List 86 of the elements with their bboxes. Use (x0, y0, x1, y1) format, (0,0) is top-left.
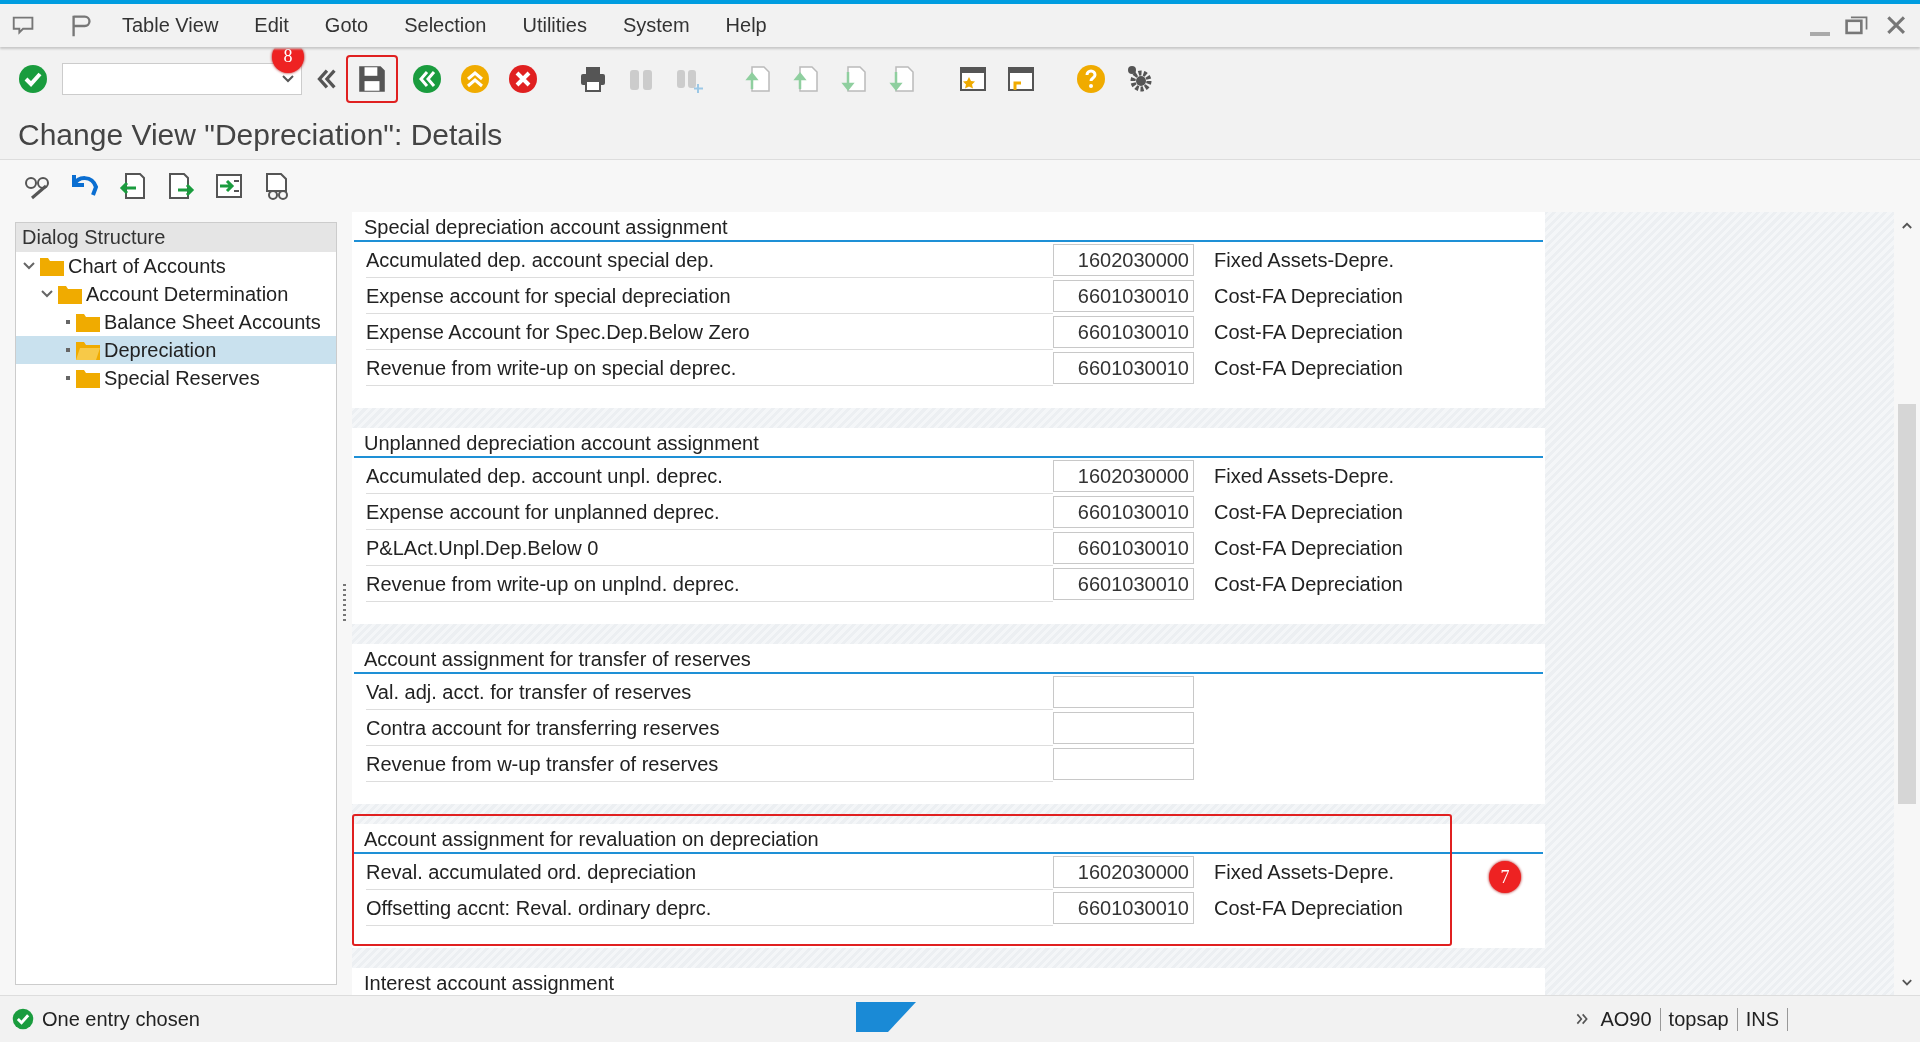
tree-label: Account Determination (86, 282, 289, 306)
section-title: Special depreciation account assignment (354, 212, 1543, 242)
account-description: Cost-FA Depreciation (1214, 572, 1403, 596)
tree-item[interactable]: Depreciation (16, 336, 336, 364)
account-field[interactable]: 6601030010 (1053, 352, 1194, 384)
menu-item[interactable]: Utilities (522, 14, 587, 37)
menu-item[interactable]: Goto (324, 14, 369, 37)
bullet-icon (66, 320, 70, 324)
field-label: Expense account for special depreciation (366, 278, 1053, 314)
tree-item[interactable]: Balance Sheet Accounts (16, 308, 336, 336)
tree-label: Chart of Accounts (68, 254, 226, 278)
check-icon (18, 63, 48, 94)
account-description: Cost-FA Depreciation (1214, 356, 1403, 380)
scroll-thumb[interactable] (1898, 403, 1916, 804)
cancel-icon (508, 63, 538, 94)
help-icon (1076, 63, 1106, 94)
account-field[interactable] (1053, 676, 1194, 708)
menu-item[interactable]: Table View (122, 14, 219, 37)
field-label: Revenue from w-up transfer of reserves (366, 746, 1053, 782)
back-icon (412, 63, 442, 94)
account-field[interactable]: 6601030010 (1053, 892, 1194, 924)
panel-header: Dialog Structure (16, 223, 336, 252)
menu-item[interactable]: Edit (254, 14, 289, 37)
account-description: Cost-FA Depreciation (1214, 284, 1403, 308)
folder-icon (76, 312, 100, 332)
account-description: Cost-FA Depreciation (1214, 320, 1403, 344)
tree-item[interactable]: Chart of Accounts (16, 252, 336, 280)
account-field[interactable]: 6601030010 (1053, 280, 1194, 312)
bullet-icon (66, 376, 70, 380)
dropdown-caret-icon (281, 73, 295, 84)
field-label: Contra account for transferring reserves (366, 710, 1053, 746)
folder-icon (58, 284, 82, 304)
section-title: Account assignment for revaluation on depreciation (354, 824, 1543, 854)
logo-icon (856, 1001, 917, 1032)
account-field[interactable]: 6601030010 (1053, 532, 1194, 564)
account-description: Fixed Assets-Depre. (1214, 860, 1395, 884)
field-label: Val. adj. acct. for transfer of reserves (366, 674, 1053, 710)
section-title: Account assignment for transfer of reserves (354, 644, 1543, 674)
bullet-icon (66, 348, 70, 352)
account-description: Cost-FA Depreciation (1214, 896, 1403, 920)
account-field[interactable]: 6601030010 (1053, 316, 1194, 348)
folder-icon (40, 256, 64, 276)
splitter-handle-icon[interactable] (343, 583, 346, 624)
field-label: Accumulated dep. account unpl. deprec. (366, 458, 1053, 494)
page-right-arrow-icon (166, 171, 196, 201)
account-description: Cost-FA Depreciation (1214, 500, 1403, 524)
account-field[interactable] (1053, 748, 1194, 780)
menu-item[interactable]: Selection (404, 14, 487, 37)
account-field[interactable]: 6601030010 (1053, 496, 1194, 528)
field-label: Revenue from write-up on unplnd. deprec. (366, 566, 1053, 602)
tree-item[interactable]: Account Determination (16, 280, 336, 308)
open-folder-icon (76, 340, 100, 360)
page-left-arrow-icon (118, 171, 148, 201)
section-title: Unplanned depreciation account assignment (354, 428, 1543, 458)
account-description: Fixed Assets-Depre. (1214, 464, 1395, 488)
account-field[interactable] (1053, 712, 1194, 744)
account-field[interactable]: 6601030010 (1053, 568, 1194, 600)
minimize-icon (1810, 31, 1830, 36)
account-field[interactable]: 1602030000 (1053, 460, 1194, 492)
field-label: Expense Account for Spec.Dep.Below Zero (366, 314, 1053, 350)
tree-label: Depreciation (104, 338, 217, 362)
success-icon (12, 1008, 34, 1030)
account-field[interactable]: 1602030000 (1053, 856, 1194, 888)
exit-icon (460, 63, 490, 94)
status-field: topsap (1660, 1007, 1738, 1031)
account-description: Cost-FA Depreciation (1214, 536, 1403, 560)
tree-label: Balance Sheet Accounts (104, 310, 321, 334)
field-label: P&LAct.Unpl.Dep.Below 0 (366, 530, 1053, 566)
menu-item[interactable]: System (622, 14, 690, 37)
status-message: One entry chosen (42, 1007, 200, 1031)
field-label: Offsetting accnt: Reval. ordinary deprc. (366, 890, 1053, 926)
status-field: INS (1737, 1007, 1788, 1031)
annotation-badge: 7 (1489, 861, 1521, 893)
folder-icon (76, 368, 100, 388)
field-label: Revenue from write-up on special deprec. (366, 350, 1053, 386)
command-field[interactable] (62, 62, 302, 95)
tree-item[interactable]: Special Reserves (16, 364, 336, 392)
field-label: Reval. accumulated ord. depreciation (366, 854, 1053, 890)
field-label: Expense account for unplanned deprec. (366, 494, 1053, 530)
menu-item[interactable]: Help (725, 14, 767, 37)
tree-label: Special Reserves (104, 366, 260, 390)
status-field: AO90 (1592, 1007, 1661, 1031)
account-field[interactable]: 1602030000 (1053, 244, 1194, 276)
save-button[interactable] (346, 54, 398, 103)
account-description: Fixed Assets-Depre. (1214, 248, 1395, 272)
field-label: Accumulated dep. account special dep. (366, 242, 1053, 278)
